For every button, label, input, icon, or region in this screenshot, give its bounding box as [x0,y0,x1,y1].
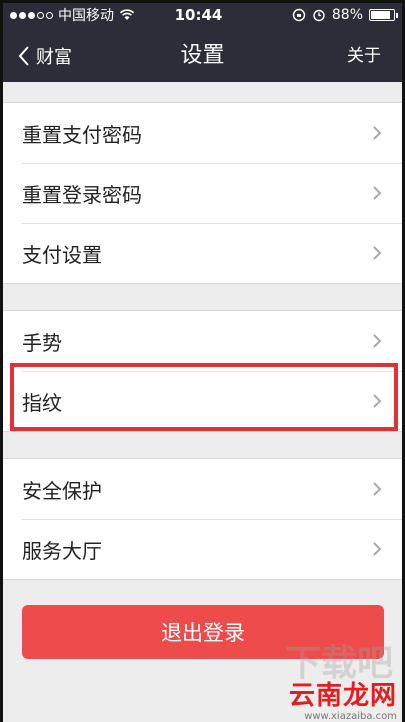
list-item-label: 手势 [22,330,62,355]
watermark-text: 云南龙网 [288,681,397,711]
settings-group-service: 安全保护 服务大厅 [0,458,405,580]
chevron-right-icon [373,394,382,408]
battery-percent: 88% [331,7,363,23]
security-protection-item[interactable]: 安全保护 [0,459,405,519]
status-right: 88% [245,7,398,23]
fingerprint-item[interactable]: 指纹 [0,371,405,431]
list-item-label: 支付设置 [22,242,102,267]
service-hall-item[interactable]: 服务大厅 [0,519,405,579]
list-item-label: 服务大厅 [22,538,102,563]
watermark-url: www.xiazaiba.com [304,711,397,722]
chevron-right-icon [373,126,382,140]
list-item-label: 重置登录密码 [22,182,142,207]
status-time: 10:44 [174,6,223,24]
settings-group-password: 重置支付密码 重置登录密码 支付设置 [0,102,405,284]
chevron-right-icon [373,482,382,496]
alarm-icon [313,9,325,22]
list-item-label: 安全保护 [22,478,102,503]
chevron-right-icon [373,186,382,200]
reset-payment-password-item[interactable]: 重置支付密码 [0,103,405,163]
status-left: 中国移动 [10,5,170,25]
signal-strength-icon [10,11,53,19]
about-button[interactable]: 关于 [347,30,381,82]
battery-icon [369,9,398,21]
chevron-right-icon [373,542,382,556]
carrier-label: 中国移动 [58,8,114,24]
status-bar: 中国移动 10:44 88% [0,0,405,30]
wifi-icon [119,9,135,20]
list-item-label: 指纹 [22,390,62,415]
navigation-bar: 财富 设置 关于 [0,30,405,82]
rotation-lock-icon [292,8,306,22]
payment-settings-item[interactable]: 支付设置 [0,223,405,283]
gesture-item[interactable]: 手势 [0,311,405,371]
page-title: 设置 [180,43,225,68]
settings-group-unlock: 手势 指纹 [0,310,405,432]
list-item-label: 重置支付密码 [22,122,142,147]
chevron-right-icon [373,334,382,348]
reset-login-password-item[interactable]: 重置登录密码 [0,163,405,223]
chevron-right-icon [373,246,382,260]
